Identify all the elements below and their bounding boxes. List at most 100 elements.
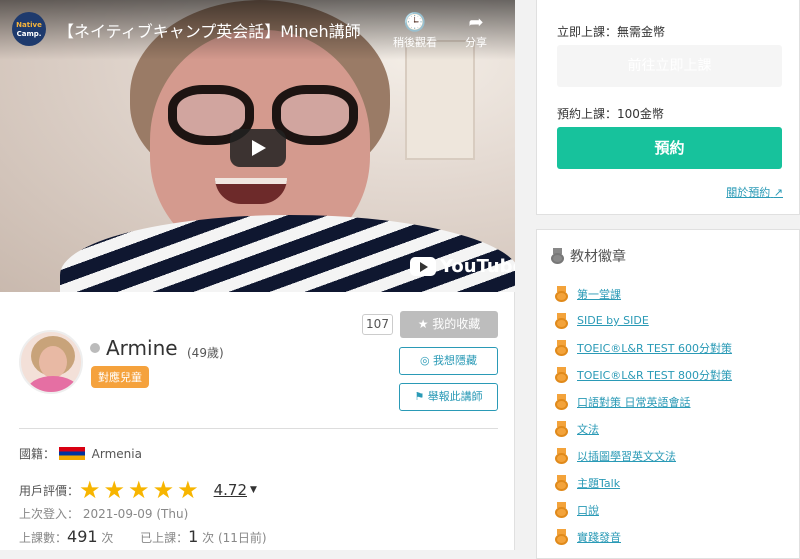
badges-panel: 教材徽章 第一堂課 SIDE by SIDE TOEIC®L&R TEST 600分… [536,229,800,559]
country-name: Armenia [91,447,142,461]
video-player[interactable]: Native Camp. 【ネイティブキャンプ英会話】Mineh講師 🕒 稍後觀… [0,0,515,292]
badge-item[interactable]: TOEIC®L&R TEST 600分對策 [555,334,732,361]
badge-item[interactable]: 實踐發音 [555,523,732,550]
reserve-button[interactable]: 預約 [557,127,782,169]
badge-link[interactable]: 主題Talk [577,475,620,491]
last-login: 上次登入： 2021-09-09 (Thu) [19,507,189,521]
lessons-count: 491 [67,527,98,546]
tutor-profile: Armine (49歲) 對應兒童 107 ★ 我的收藏 ◎ 我想隱藏 ⚑ 舉報… [0,292,515,550]
badge-link[interactable]: 文法 [577,421,599,437]
instant-lesson-button[interactable]: 前往立即上課 [557,45,782,87]
rating-value[interactable]: 4.72 [214,481,247,499]
medal-icon [555,312,568,329]
medal-icon [555,474,568,491]
medal-icon [555,501,568,518]
divider [19,428,498,429]
medal-icon [551,248,564,264]
play-icon[interactable] [230,129,286,167]
medal-icon [555,285,568,302]
youtube-play-icon [410,257,436,276]
watch-later-button[interactable]: 🕒 稍後觀看 [385,12,445,50]
tutor-name: Armine [106,336,178,360]
badge-link[interactable]: 實踐發音 [577,529,621,545]
badge-item[interactable]: SIDE by SIDE [555,307,732,334]
star-icon: ★ [128,476,150,504]
clock-icon: 🕒 [403,12,427,33]
lessons-row: 上課數：491 次 已上課：1 次 (11日前) [19,527,267,546]
taken-label: 已上課： [140,531,189,545]
badge-link[interactable]: TOEIC®L&R TEST 600分對策 [577,340,732,356]
channel-logo[interactable]: Native Camp. [12,12,46,46]
medal-icon [555,393,568,410]
booking-panel: 立即上課：無需金幣 前往立即上課 預約上課：100金幣 預約 關於預約 ↗ [536,0,800,215]
watch-later-label: 稍後觀看 [393,36,437,49]
rating-row: 用戶評價： ★ ★ ★ ★ ★ 4.72 ▼ [19,478,257,502]
badge-link[interactable]: SIDE by SIDE [577,314,649,327]
medal-icon [555,339,568,356]
channel-logo-line1: Native [16,21,42,29]
kids-badge: 對應兒童 [91,366,149,388]
share-button[interactable]: ➦ 分享 [446,12,506,50]
flag-icon: ⚑ [414,390,425,403]
favorite-label: 我的收藏 [432,317,481,331]
badge-item[interactable]: 文法 [555,415,732,442]
badge-link[interactable]: 口說 [577,502,599,518]
hide-label: 我想隱藏 [433,354,478,367]
badge-list: 第一堂課 SIDE by SIDE TOEIC®L&R TEST 600分對策 TOE… [555,280,732,550]
youtube-logo[interactable]: YouTube [410,256,515,277]
favorite-button[interactable]: ★ 我的收藏 [400,311,498,338]
badges-header: 教材徽章 [551,246,626,266]
rating-label: 用戶評價： [19,483,80,498]
taken-unit: 次 (11日前) [202,531,267,545]
lessons-unit: 次 [101,531,114,545]
channel-logo-line2: Camp. [16,30,42,38]
reserve-label: 預約上課：100金幣 [557,107,664,121]
taken-count: 1 [188,527,199,546]
badge-link[interactable]: 以插圖學習英文文法 [577,448,676,464]
external-link-icon: ↗ [773,186,783,199]
youtube-label: YouTube [440,256,515,277]
armenia-flag-icon [58,447,85,460]
star-icon: ★ [152,476,175,504]
medal-icon [555,528,568,545]
badge-item[interactable]: 口語對策 日常英語會話 [555,388,732,415]
status-dot-icon [90,343,100,353]
badge-link[interactable]: 第一堂課 [577,286,621,302]
badge-item[interactable]: 主題Talk [555,469,732,496]
share-icon: ➦ [468,12,484,33]
medal-icon [555,366,568,383]
badge-item[interactable]: 第一堂課 [555,280,732,307]
avatar-body [27,376,79,392]
tutor-age: (49歲) [187,346,224,360]
tutor-card: Native Camp. 【ネイティブキャンプ英会話】Mineh講師 🕒 稍後觀… [0,0,515,550]
star-icon: ★ [79,476,101,504]
badge-link[interactable]: 口語對策 日常英語會話 [577,394,691,410]
about-reservation-label: 關於預約 [726,186,771,199]
hide-button[interactable]: ◎ 我想隱藏 [399,347,498,375]
country-label: 國籍： [19,447,56,461]
instant-label: 立即上課：無需金幣 [557,25,666,39]
video-title[interactable]: 【ネイティブキャンプ英会話】Mineh講師 [58,18,361,42]
badge-item[interactable]: TOEIC®L&R TEST 800分對策 [555,361,732,388]
caret-down-icon[interactable]: ▼ [250,485,257,495]
favorite-count: 107 [362,314,393,335]
rating-stars: ★ ★ ★ ★ ★ [79,478,202,502]
badge-link[interactable]: TOEIC®L&R TEST 800分對策 [577,367,732,383]
medal-icon [555,420,568,437]
star-icon: ★ [417,317,429,331]
badges-title: 教材徽章 [570,249,626,265]
share-label: 分享 [465,36,487,49]
badge-item[interactable]: 口說 [555,496,732,523]
badge-item[interactable]: 以插圖學習英文文法 [555,442,732,469]
medal-icon [555,447,568,464]
report-button[interactable]: ⚑ 舉報此講師 [399,383,498,411]
avatar-face [39,346,67,378]
star-icon: ★ [177,476,199,504]
report-label: 舉報此講師 [427,390,483,403]
country-row: 國籍： Armenia [19,445,142,462]
lessons-label: 上課數： [19,531,68,545]
eye-slash-icon: ◎ [419,354,430,367]
star-icon: ★ [103,476,126,504]
avatar [19,330,83,394]
about-reservation-link[interactable]: 關於預約 ↗ [726,184,783,200]
